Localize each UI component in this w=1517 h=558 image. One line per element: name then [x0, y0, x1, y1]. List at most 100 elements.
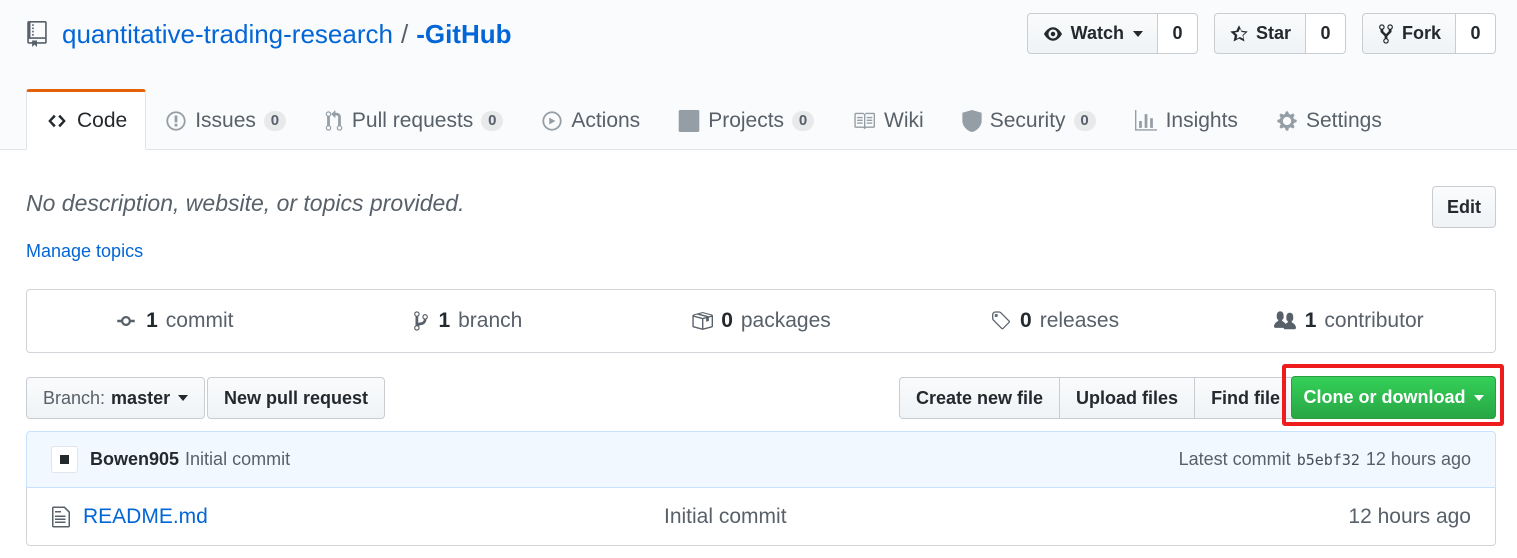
- repo-name-link[interactable]: -GitHub: [416, 19, 511, 50]
- branch-select-button[interactable]: Branch: master: [26, 377, 206, 419]
- issue-icon: [166, 110, 186, 131]
- tab-code[interactable]: Code: [26, 89, 147, 150]
- package-icon: [692, 312, 714, 330]
- tab-wiki[interactable]: Wiki: [833, 89, 943, 150]
- file-actions: Create new file Upload files Find file: [899, 377, 1298, 419]
- tab-pull-requests[interactable]: Pull requests 0: [305, 89, 522, 150]
- file-icon: [52, 506, 70, 528]
- tab-label: Issues: [195, 108, 256, 132]
- file-name-link[interactable]: README.md: [83, 505, 208, 529]
- tab-counter: 0: [481, 110, 504, 131]
- summary-commits[interactable]: 1 commit: [27, 290, 321, 352]
- star-label: Star: [1255, 23, 1291, 43]
- tab-label: Projects: [708, 108, 785, 132]
- tab-label: Security: [989, 108, 1066, 132]
- chevron-down-icon: [178, 395, 189, 401]
- file-age: 12 hours ago: [1348, 505, 1471, 528]
- tab-settings[interactable]: Settings: [1257, 89, 1401, 150]
- summary-label: branch: [458, 309, 523, 332]
- commit-age: 12 hours ago: [1365, 449, 1471, 469]
- watch-button[interactable]: Watch: [1026, 13, 1158, 54]
- summary-num: 0: [1020, 309, 1032, 332]
- commit-sha[interactable]: b5ebf32: [1297, 451, 1360, 469]
- new-pull-request-button[interactable]: New pull request: [207, 377, 386, 419]
- tab-label: Actions: [571, 108, 641, 132]
- file-name-cell: README.md: [51, 505, 664, 529]
- file-list: README.md Initial commit 12 hours ago: [26, 488, 1496, 546]
- repo-title: quantitative-trading-research / -GitHub: [26, 16, 512, 52]
- watch-count[interactable]: 0: [1157, 13, 1198, 54]
- pull-request-icon: [325, 109, 343, 131]
- avatar[interactable]: [51, 446, 78, 473]
- repo-owner-link[interactable]: quantitative-trading-research: [62, 19, 393, 50]
- tab-label: Code: [77, 108, 128, 132]
- file-row: README.md Initial commit 12 hours ago: [27, 488, 1495, 546]
- branch-icon: [414, 311, 429, 331]
- tab-insights[interactable]: Insights: [1115, 89, 1257, 150]
- graph-icon: [1134, 109, 1157, 131]
- tab-projects[interactable]: Projects 0: [659, 89, 833, 150]
- edit-button[interactable]: Edit: [1432, 186, 1496, 228]
- repo-header: quantitative-trading-research / -GitHub …: [0, 0, 1517, 150]
- tab-actions[interactable]: Actions: [522, 89, 659, 150]
- summary-label: contributor: [1324, 309, 1424, 332]
- pagehead-actions: Watch 0 Star 0 Fork 0: [1026, 13, 1496, 54]
- tab-counter: 0: [792, 110, 815, 131]
- watch-group: Watch 0: [1026, 13, 1198, 54]
- star-button[interactable]: Star: [1213, 13, 1306, 54]
- code-icon: [48, 114, 66, 127]
- summary-num: 0: [721, 309, 733, 332]
- file-commit-message[interactable]: Initial commit: [664, 505, 787, 529]
- numbers-summary: 1 commit 1 branch 0 packages 0 releases …: [26, 289, 1496, 353]
- commit-author[interactable]: Bowen905: [90, 449, 179, 470]
- commit-icon: [117, 316, 135, 326]
- summary-packages[interactable]: 0 packages: [614, 290, 908, 352]
- summary-num: 1: [1304, 309, 1317, 332]
- chevron-down-icon: [1132, 30, 1143, 37]
- clone-or-download-button[interactable]: Clone or download: [1291, 376, 1496, 419]
- summary-num: 1: [146, 309, 158, 332]
- repo-description: No description, website, or topics provi…: [26, 190, 465, 216]
- shield-icon: [962, 109, 982, 132]
- fork-label: Fork: [1401, 23, 1441, 43]
- repo-separator: /: [400, 18, 409, 49]
- tab-counter: 0: [263, 110, 286, 131]
- star-icon: [1230, 24, 1248, 41]
- watch-label: Watch: [1070, 23, 1124, 43]
- latest-commit: Latest commit b5ebf32 12 hours ago: [1179, 449, 1471, 470]
- tab-issues[interactable]: Issues 0: [146, 89, 305, 150]
- fork-count[interactable]: 0: [1456, 13, 1496, 54]
- tag-icon: [992, 311, 1011, 330]
- repo-icon: [27, 21, 47, 47]
- tab-label: Wiki: [884, 108, 924, 132]
- book-icon: [854, 112, 876, 129]
- branch-prefix: Branch:: [43, 387, 106, 408]
- commit-message[interactable]: Initial commit: [185, 449, 290, 470]
- people-icon: [1273, 311, 1296, 330]
- branch-name: master: [111, 387, 171, 408]
- summary-label: releases: [1039, 309, 1120, 332]
- tab-security[interactable]: Security 0: [943, 89, 1115, 150]
- upload-files-button[interactable]: Upload files: [1059, 377, 1196, 419]
- tab-label: Settings: [1305, 108, 1382, 132]
- fork-icon: [1379, 23, 1393, 44]
- summary-releases[interactable]: 0 releases: [908, 290, 1202, 352]
- fork-group: Fork 0: [1361, 13, 1496, 54]
- star-count[interactable]: 0: [1305, 13, 1346, 54]
- create-new-file-button[interactable]: Create new file: [899, 377, 1061, 419]
- tab-label: Insights: [1165, 108, 1238, 132]
- summary-branches[interactable]: 1 branch: [321, 290, 615, 352]
- latest-commit-label: Latest commit: [1178, 449, 1291, 469]
- gear-icon: [1277, 110, 1297, 131]
- play-icon: [542, 110, 562, 131]
- manage-topics-link[interactable]: Manage topics: [26, 241, 143, 262]
- eye-icon: [1043, 26, 1062, 41]
- tab-label: Pull requests: [351, 108, 474, 132]
- repo-nav: Code Issues 0 Pull requests 0 Actions Pr…: [26, 89, 1401, 150]
- summary-contributors[interactable]: 1 contributor: [1201, 290, 1495, 352]
- summary-label: packages: [740, 309, 831, 332]
- clone-label: Clone or download: [1303, 387, 1466, 407]
- project-icon: [678, 109, 700, 132]
- summary-num: 1: [438, 309, 451, 332]
- fork-button[interactable]: Fork: [1361, 13, 1456, 54]
